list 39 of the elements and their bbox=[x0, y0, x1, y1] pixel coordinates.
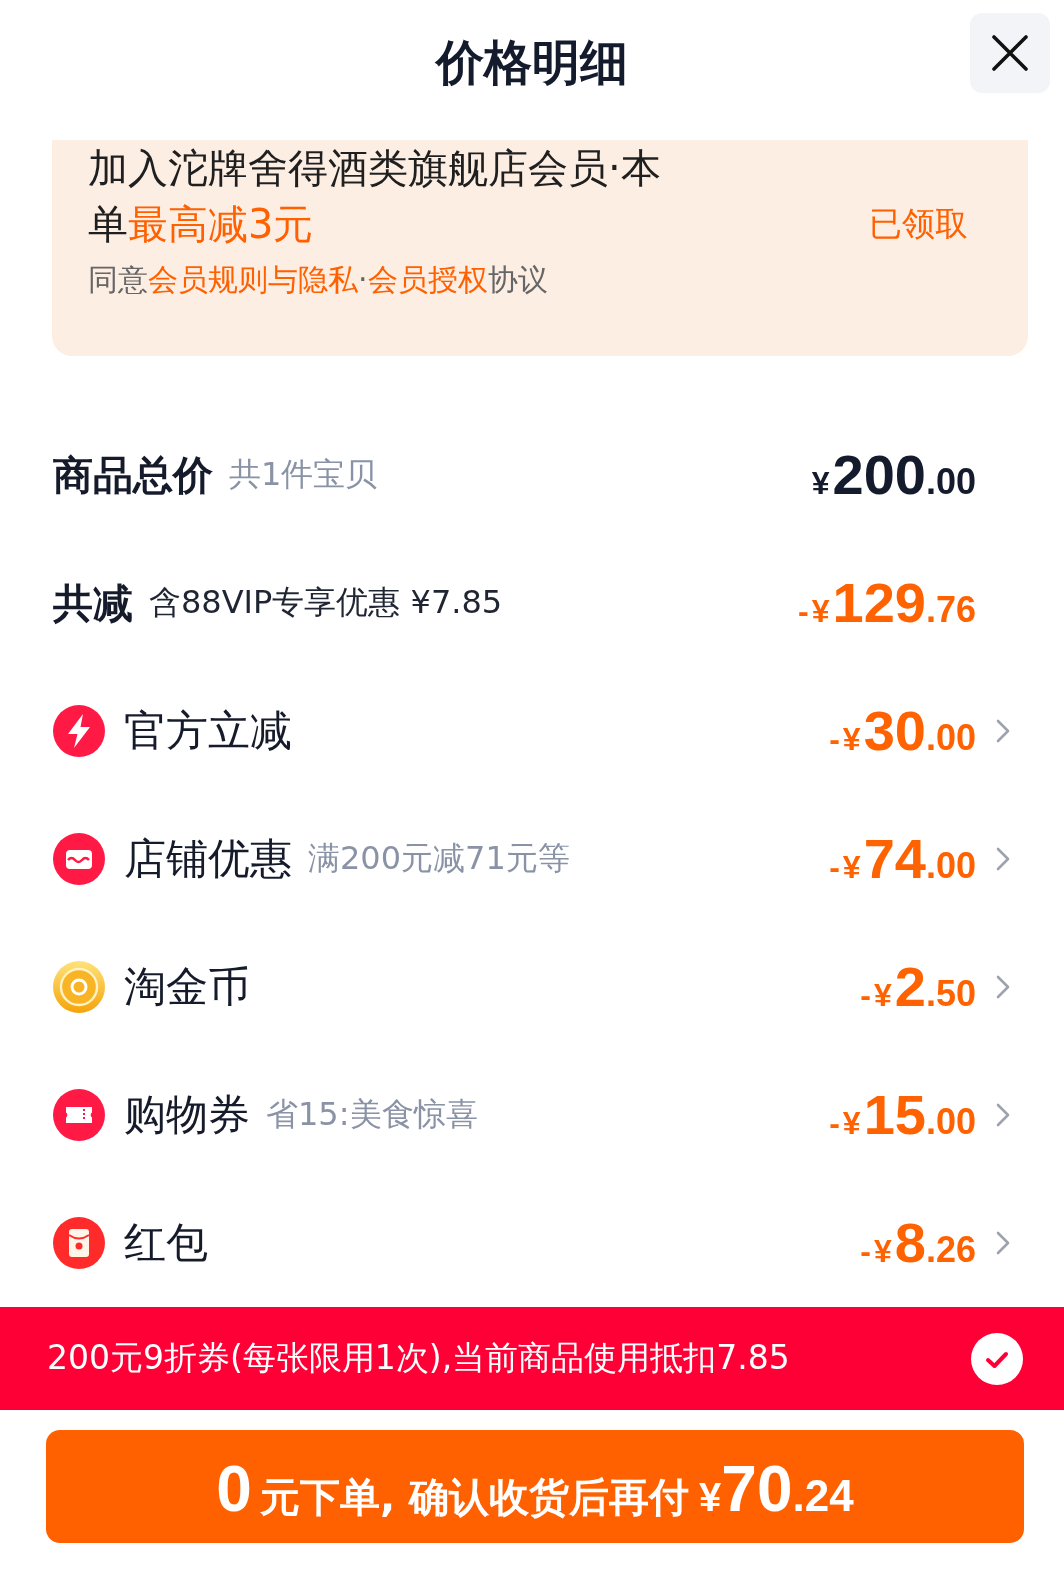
agreement-link[interactable]: 会员规则与隐私 bbox=[148, 262, 358, 297]
banner-text: 200元9折券(每张限用1次),当前商品使用抵扣7.85 bbox=[47, 1337, 790, 1379]
row-label: 红包 bbox=[124, 1217, 208, 1269]
agreement-text: 同意会员规则与隐私·会员授权协议 bbox=[88, 261, 549, 299]
row-note: 含88VIP专享优惠 ¥7.85 bbox=[149, 582, 503, 623]
discount-amount: -¥129.76 bbox=[798, 575, 976, 631]
agreement-link[interactable]: 会员授权 bbox=[367, 262, 488, 297]
row-label: 店铺优惠 bbox=[124, 833, 292, 885]
claimed-status: 已领取 bbox=[869, 203, 968, 245]
close-button[interactable] bbox=[970, 13, 1050, 93]
chevron-right-icon[interactable] bbox=[996, 975, 1010, 999]
sheet-title: 价格明细 bbox=[436, 33, 628, 92]
chevron-right-icon[interactable] bbox=[996, 847, 1010, 871]
row-label: 淘金币 bbox=[124, 961, 250, 1013]
row-note: 省15:美食惊喜 bbox=[266, 1094, 478, 1135]
discount-amount: -¥15.00 bbox=[829, 1087, 976, 1143]
pay-button[interactable]: 0 元下单, 确认收货后再付 ¥70.24 bbox=[46, 1430, 1024, 1543]
discount-amount: -¥2.50 bbox=[860, 959, 976, 1015]
row-label: 购物券 bbox=[124, 1089, 250, 1141]
lightning-icon bbox=[53, 705, 105, 757]
discount-amount: -¥8.26 bbox=[860, 1215, 976, 1271]
ticket-icon bbox=[53, 1089, 105, 1141]
discount-amount: -¥30.00 bbox=[829, 703, 976, 759]
chevron-right-icon[interactable] bbox=[996, 1103, 1010, 1127]
discount-amount: -¥74.00 bbox=[829, 831, 976, 887]
member-offer-text: 加入沱牌舍得酒类旗舰店会员·本单最高减3元 bbox=[88, 144, 662, 249]
row-label: 商品总价 bbox=[53, 450, 213, 500]
close-icon bbox=[992, 35, 1028, 71]
chevron-right-icon[interactable] bbox=[996, 1231, 1010, 1255]
row-note: 共1件宝贝 bbox=[229, 454, 378, 495]
row-label: 官方立减 bbox=[124, 705, 292, 757]
coin-icon bbox=[53, 961, 105, 1013]
store-icon bbox=[53, 833, 105, 885]
row-label: 共减 bbox=[53, 578, 133, 628]
envelope-icon bbox=[53, 1217, 105, 1269]
check-circle-icon[interactable] bbox=[971, 1332, 1023, 1385]
chevron-right-icon[interactable] bbox=[996, 719, 1010, 743]
row-note: 满200元减71元等 bbox=[308, 838, 570, 879]
price-amount: ¥200.00 bbox=[811, 447, 976, 503]
